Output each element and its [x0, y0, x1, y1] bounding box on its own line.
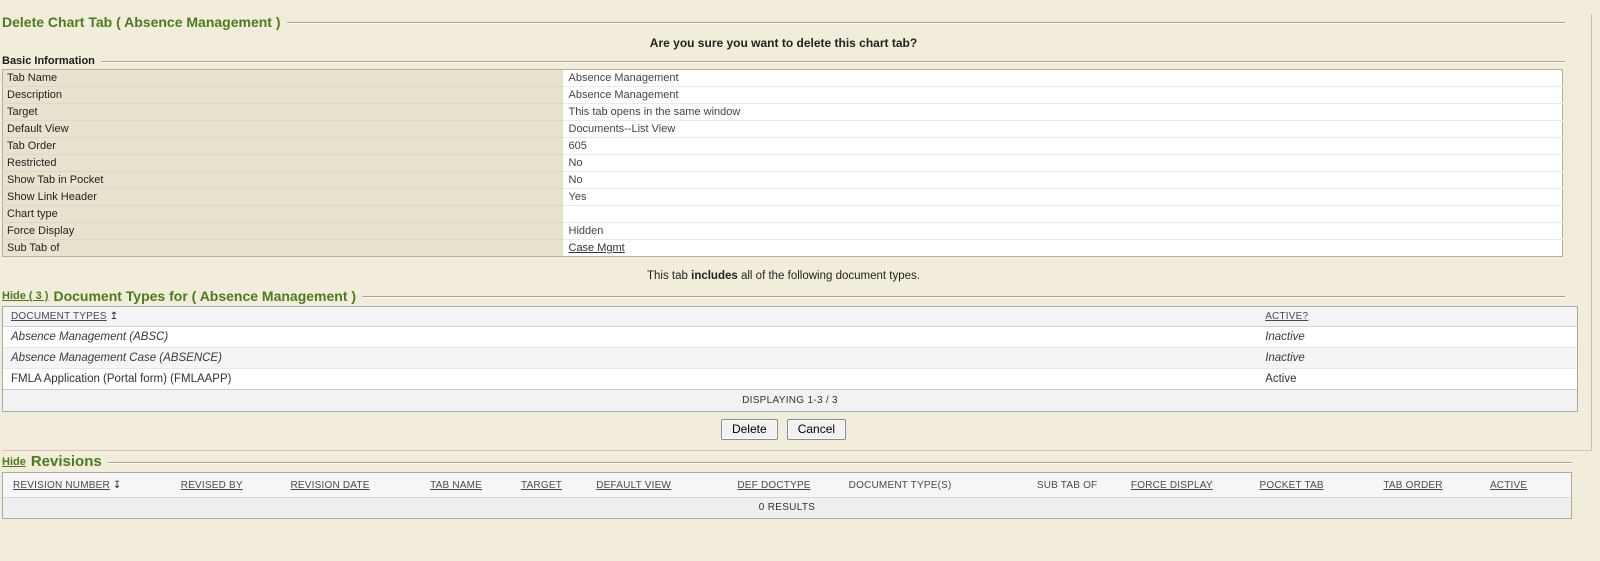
field-label-chart-type: Chart type: [3, 206, 563, 223]
field-label-sub-tab-of: Sub Tab of: [3, 240, 563, 257]
table-row: Description Absence Management: [3, 87, 1563, 104]
table-row: Tab Order 605: [3, 138, 1563, 155]
field-value-chart-type: [563, 206, 1563, 223]
field-value-show-tab-in-pocket: No: [563, 172, 1563, 189]
sort-default-view-header[interactable]: DEFAULT VIEW: [596, 480, 671, 491]
field-label-default-view: Default View: [3, 121, 563, 138]
field-value-show-link-header: Yes: [563, 189, 1563, 206]
field-value-target: This tab opens in the same window: [563, 104, 1563, 121]
list-item: FMLA Application (Portal form) (FMLAAPP)…: [3, 369, 1577, 389]
doc-types-hide-link[interactable]: Hide ( 3 ): [2, 290, 48, 302]
basic-info-heading-row: Basic Information: [2, 55, 1565, 67]
sub-tab-of-link[interactable]: Case Mgmt: [569, 242, 625, 254]
basic-info-table: Tab Name Absence Management Description …: [2, 69, 1563, 257]
sort-ascending-icon: ↥: [110, 311, 119, 322]
table-row: Target This tab opens in the same window: [3, 104, 1563, 121]
sort-document-types-header[interactable]: DOCUMENT TYPES: [11, 311, 107, 322]
title-rule: [287, 22, 1565, 24]
paging-status: DISPLAYING 1-3 / 3: [3, 389, 1577, 411]
field-value-restricted: No: [563, 155, 1563, 172]
sort-revised-by-header[interactable]: REVISED BY: [181, 480, 243, 491]
list-item: Absence Management Case (ABSENCE) Inacti…: [3, 348, 1577, 369]
sort-tab-name-header[interactable]: TAB NAME: [430, 480, 482, 491]
sort-force-display-header[interactable]: FORCE DISPLAY: [1131, 480, 1213, 491]
revisions-table: REVISION NUMBER↧ REVISED BY REVISION DAT…: [2, 472, 1572, 519]
field-value-default-view: Documents--List View: [563, 121, 1563, 138]
doc-types-table: DOCUMENT TYPES↥ ACTIVE? Absence Manageme…: [2, 306, 1578, 412]
table-row: Tab Name Absence Management: [3, 70, 1563, 87]
revisions-rule: [108, 462, 1572, 464]
table-row: Force Display Hidden: [3, 223, 1563, 240]
field-value-sub-tab-of: Case Mgmt: [563, 240, 1563, 257]
revisions-header-row: REVISION NUMBER↧ REVISED BY REVISION DAT…: [3, 473, 1571, 497]
confirm-question: Are you sure you want to delete this cha…: [2, 30, 1565, 55]
list-item: Absence Management (ABSC) Inactive: [3, 327, 1577, 348]
doc-type-name: FMLA Application (Portal form) (FMLAAPP): [11, 373, 1265, 385]
doc-type-active-status: Inactive: [1265, 331, 1569, 343]
revisions-heading-row: Hide Revisions: [2, 453, 1572, 470]
doc-types-rule: [362, 296, 1565, 298]
doc-types-heading-row: Hide ( 3 ) Document Types for ( Absence …: [2, 288, 1565, 304]
document-types-column-header: DOCUMENT TYPE(S): [849, 480, 952, 491]
revisions-heading: Revisions: [31, 453, 102, 470]
intro-text-pre: This tab: [647, 270, 691, 282]
field-value-tab-order: 605: [563, 138, 1563, 155]
table-row: Show Tab in Pocket No: [3, 172, 1563, 189]
field-label-restricted: Restricted: [3, 155, 563, 172]
field-value-force-display: Hidden: [563, 223, 1563, 240]
doc-types-header-row: DOCUMENT TYPES↥ ACTIVE?: [3, 307, 1577, 327]
doc-type-name: Absence Management (ABSC): [11, 331, 1265, 343]
doc-types-intro: This tab includes all of the following d…: [2, 257, 1565, 288]
page-title-row: Delete Chart Tab ( Absence Management ): [2, 14, 1565, 30]
revisions-section: Hide Revisions REVISION NUMBER↧ REVISED …: [2, 453, 1592, 519]
field-label-description: Description: [3, 87, 563, 104]
intro-text-post: all of the following document types.: [738, 270, 920, 282]
field-label-show-tab-in-pocket: Show Tab in Pocket: [3, 172, 563, 189]
field-label-force-display: Force Display: [3, 223, 563, 240]
doc-types-heading: Document Types for ( Absence Management …: [53, 288, 356, 304]
sort-active-column-header[interactable]: ACTIVE: [1490, 480, 1527, 491]
revisions-hide-link[interactable]: Hide: [2, 456, 26, 468]
table-row: Restricted No: [3, 155, 1563, 172]
field-label-tab-name: Tab Name: [3, 70, 563, 87]
delete-chart-tab-panel: Delete Chart Tab ( Absence Management ) …: [2, 14, 1592, 451]
intro-text-bold: includes: [691, 270, 738, 282]
field-value-tab-name: Absence Management: [563, 70, 1563, 87]
page-title: Delete Chart Tab ( Absence Management ): [2, 14, 281, 30]
doc-type-active-status: Inactive: [1265, 352, 1569, 364]
table-row: Default View Documents--List View: [3, 121, 1563, 138]
doc-type-active-status: Active: [1265, 373, 1569, 385]
sub-tab-of-column-header: SUB TAB OF: [1037, 480, 1098, 491]
sort-descending-icon: ↧: [113, 480, 122, 491]
field-label-tab-order: Tab Order: [3, 138, 563, 155]
results-count: 0 RESULTS: [3, 497, 1571, 518]
action-buttons: Delete Cancel: [2, 412, 1565, 448]
delete-button[interactable]: Delete: [721, 419, 778, 440]
field-value-description: Absence Management: [563, 87, 1563, 104]
sort-pocket-tab-header[interactable]: POCKET TAB: [1259, 480, 1323, 491]
table-row: Chart type: [3, 206, 1563, 223]
sort-revision-date-header[interactable]: REVISION DATE: [291, 480, 370, 491]
sort-tab-order-header[interactable]: TAB ORDER: [1383, 480, 1442, 491]
sort-target-header[interactable]: TARGET: [521, 480, 562, 491]
basic-info-rule: [101, 61, 1565, 63]
sort-revision-number-header[interactable]: REVISION NUMBER: [13, 480, 110, 491]
sort-active-header[interactable]: ACTIVE?: [1265, 311, 1308, 322]
doc-type-name: Absence Management Case (ABSENCE): [11, 352, 1265, 364]
basic-info-heading: Basic Information: [2, 55, 95, 67]
field-label-target: Target: [3, 104, 563, 121]
table-row: Show Link Header Yes: [3, 189, 1563, 206]
table-row: Sub Tab of Case Mgmt: [3, 240, 1563, 257]
sort-def-doctype-header[interactable]: DEF DOCTYPE: [737, 480, 810, 491]
cancel-button[interactable]: Cancel: [787, 419, 846, 440]
field-label-show-link-header: Show Link Header: [3, 189, 563, 206]
